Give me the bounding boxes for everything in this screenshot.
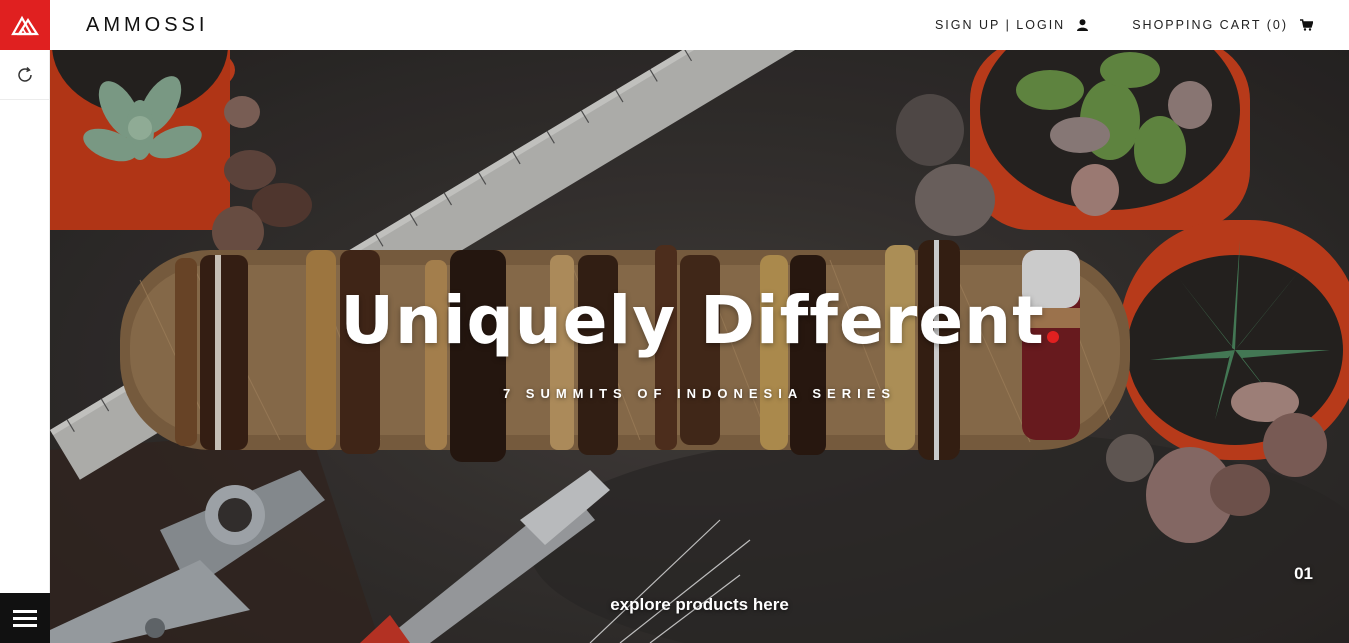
hero-subline: 7 SUMMITS OF INDONESIA SERIES (502, 386, 897, 401)
signup-login-link[interactable]: SIGN UP | LOGIN (934, 18, 1089, 32)
shopping-cart-icon (1300, 19, 1313, 31)
top-nav-links: SIGN UP | LOGIN SHOPPING CART (0) (935, 18, 1313, 32)
top-navigation: AMMOSSI SIGN UP | LOGIN SHOPPING CART (0… (50, 0, 1349, 50)
shopping-cart-label: SHOPPING CART (0) (1132, 18, 1288, 32)
user-icon (1077, 19, 1089, 31)
signup-login-label: SIGN UP | LOGIN (934, 18, 1066, 32)
refresh-icon (18, 66, 32, 82)
hero-slider: Uniquely Different 7 SUMMITS OF INDONESI… (50, 50, 1349, 643)
headline-dot (1046, 331, 1059, 343)
slide-number: 01 (1294, 564, 1313, 583)
ammossi-logo-icon (11, 15, 40, 36)
brand-name[interactable]: AMMOSSI (86, 14, 208, 37)
menu-button[interactable] (0, 593, 50, 643)
shopping-cart-link[interactable]: SHOPPING CART (0) (1132, 18, 1313, 32)
refresh-button[interactable] (0, 50, 50, 100)
hero-headline: Uniquely Different (50, 288, 1349, 354)
logo[interactable] (0, 0, 50, 50)
explore-products-link[interactable]: explore products here (50, 595, 1349, 615)
hamburger-menu-icon (13, 606, 37, 631)
hero-headline-text: Uniquely Different (340, 282, 1045, 359)
left-rail (0, 0, 50, 643)
